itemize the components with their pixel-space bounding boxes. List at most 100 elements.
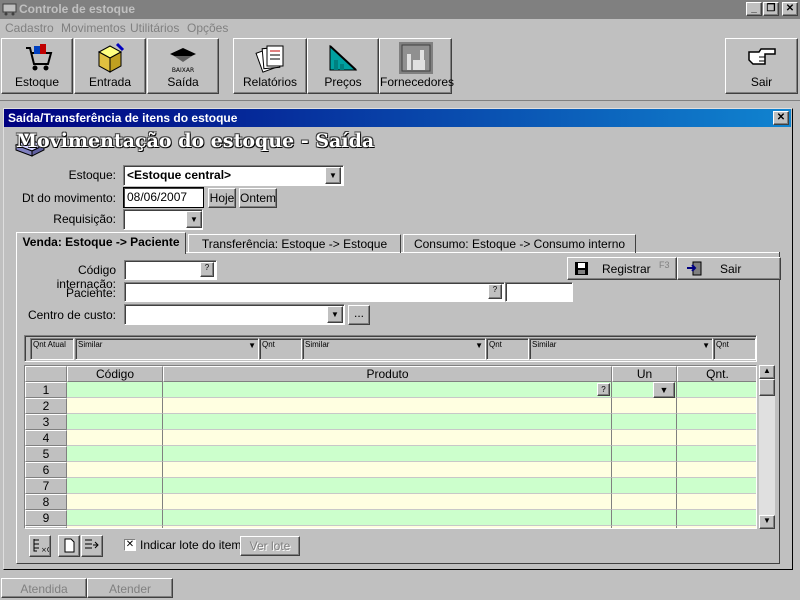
grid-cell[interactable] bbox=[612, 398, 677, 414]
centro-custo-select[interactable] bbox=[124, 304, 345, 325]
grid-cell[interactable] bbox=[163, 478, 612, 494]
grid-cell[interactable] bbox=[612, 430, 677, 446]
grid-cell[interactable] bbox=[612, 478, 677, 494]
toolbar-sair-button[interactable]: Sair bbox=[725, 38, 798, 94]
table-row[interactable]: 2 bbox=[25, 398, 756, 414]
grid-cell[interactable] bbox=[67, 446, 163, 462]
tab-consumo[interactable]: Consumo: Estoque -> Consumo interno bbox=[403, 234, 636, 253]
estoque-dropdown-button[interactable]: ▼ bbox=[325, 167, 341, 184]
grid-cell[interactable] bbox=[67, 462, 163, 478]
grid-cell[interactable] bbox=[67, 382, 163, 398]
toolbar-estoque-button[interactable]: Estoque bbox=[1, 38, 73, 94]
insert-item-button[interactable] bbox=[81, 535, 103, 557]
scroll-down-button[interactable]: ▼ bbox=[759, 515, 775, 529]
grid-cell[interactable] bbox=[163, 462, 612, 478]
toolbar-relatorios-button[interactable]: Relatórios bbox=[233, 38, 307, 94]
grid-cell[interactable] bbox=[677, 382, 756, 398]
restore-button[interactable]: ❐ bbox=[763, 2, 779, 16]
atendida-button[interactable]: Atendida bbox=[1, 578, 87, 598]
table-row[interactable]: 5 bbox=[25, 446, 756, 462]
grid-cell[interactable] bbox=[612, 526, 677, 528]
paciente-input[interactable] bbox=[124, 282, 505, 302]
minimize-button[interactable]: _ bbox=[746, 2, 762, 16]
scroll-thumb[interactable] bbox=[759, 379, 775, 396]
column-qnt-header[interactable]: Qnt. bbox=[677, 366, 756, 382]
grid-cell[interactable] bbox=[677, 526, 756, 528]
grid-cell[interactable] bbox=[163, 446, 612, 462]
column-codigo-header[interactable]: Código bbox=[67, 366, 163, 382]
estoque-select[interactable]: <Estoque central> bbox=[123, 165, 344, 186]
grid-cell[interactable] bbox=[163, 510, 612, 526]
grid-cell[interactable] bbox=[163, 430, 612, 446]
data-movimento-input[interactable]: 08/06/2007 bbox=[123, 187, 204, 208]
grid-cell[interactable] bbox=[612, 462, 677, 478]
table-row[interactable]: 3 bbox=[25, 414, 756, 430]
table-row[interactable]: 1? ▼ bbox=[25, 382, 756, 398]
grid-cell[interactable] bbox=[677, 430, 756, 446]
scroll-up-button[interactable]: ▲ bbox=[759, 365, 775, 379]
table-row[interactable]: 8 bbox=[25, 494, 756, 510]
similar-select-1[interactable]: Similar ▼ bbox=[75, 338, 259, 360]
column-un-header[interactable]: Un bbox=[612, 366, 677, 382]
grid-cell[interactable] bbox=[612, 414, 677, 430]
grid-cell[interactable] bbox=[677, 398, 756, 414]
grid-cell[interactable] bbox=[67, 526, 163, 528]
grid-cell[interactable] bbox=[163, 526, 612, 528]
app-close-button[interactable]: ✕ bbox=[782, 2, 798, 16]
produto-lookup-button[interactable]: ? bbox=[597, 383, 610, 396]
grid-cell[interactable] bbox=[677, 462, 756, 478]
paciente-lookup-button[interactable]: ? bbox=[488, 284, 502, 299]
toolbar-entrada-button[interactable]: Entrada bbox=[74, 38, 146, 94]
similar-select-2[interactable]: Similar ▼ bbox=[302, 338, 486, 360]
grid-cell[interactable] bbox=[67, 414, 163, 430]
table-row[interactable]: 9 bbox=[25, 510, 756, 526]
registrar-button[interactable]: Registrar F3 bbox=[567, 257, 677, 280]
grid-cell[interactable] bbox=[677, 414, 756, 430]
paciente-extra-field[interactable] bbox=[505, 282, 573, 302]
toolbar-precos-button[interactable]: Preços bbox=[307, 38, 379, 94]
menu-movimentos[interactable]: Movimentos bbox=[61, 21, 126, 35]
delete-item-button[interactable]: ×C bbox=[29, 535, 52, 557]
table-row[interactable]: 6 bbox=[25, 462, 756, 478]
ontem-button[interactable]: Ontem bbox=[239, 188, 277, 208]
similar-select-3[interactable]: Similar ▼ bbox=[529, 338, 713, 360]
menu-cadastro[interactable]: Cadastro bbox=[5, 21, 54, 35]
hoje-button[interactable]: Hoje bbox=[208, 188, 236, 208]
codigo-lookup-button[interactable]: ? bbox=[200, 262, 214, 277]
grid-cell[interactable] bbox=[67, 494, 163, 510]
atender-button[interactable]: Atender bbox=[87, 578, 173, 598]
grid-cell[interactable] bbox=[677, 494, 756, 510]
tab-venda[interactable]: Venda: Estoque -> Paciente bbox=[16, 232, 186, 254]
un-dropdown-button[interactable]: ▼ bbox=[653, 382, 675, 398]
grid-cell[interactable] bbox=[67, 510, 163, 526]
tab-transferencia[interactable]: Transferência: Estoque -> Estoque bbox=[188, 234, 401, 253]
table-row[interactable]: 4 bbox=[25, 430, 756, 446]
grid-cell[interactable] bbox=[677, 478, 756, 494]
dialog-sair-button[interactable]: Sair bbox=[677, 257, 781, 280]
grid-cell[interactable] bbox=[163, 414, 612, 430]
grid-cell[interactable] bbox=[612, 446, 677, 462]
ver-lote-button[interactable]: Ver lote bbox=[240, 536, 300, 556]
dialog-close-button[interactable]: ✕ bbox=[773, 111, 789, 125]
grid-cell[interactable] bbox=[67, 398, 163, 414]
grid-cell[interactable] bbox=[67, 430, 163, 446]
grid-cell[interactable] bbox=[677, 510, 756, 526]
table-row[interactable]: 7 bbox=[25, 478, 756, 494]
toolbar-saida-button[interactable]: BAIXAR Saída bbox=[147, 38, 219, 94]
grid-cell[interactable] bbox=[67, 478, 163, 494]
table-row[interactable]: 10 bbox=[25, 526, 756, 528]
menu-opcoes[interactable]: Opções bbox=[187, 21, 228, 35]
centro-custo-more-button[interactable]: ... bbox=[348, 305, 370, 325]
grid-cell[interactable] bbox=[163, 398, 612, 414]
items-grid[interactable]: Código Produto Un Qnt. 1? ▼ 2345678910 bbox=[24, 365, 757, 529]
grid-cell[interactable] bbox=[163, 382, 612, 398]
column-produto-header[interactable]: Produto bbox=[163, 366, 612, 382]
menu-utilitarios[interactable]: Utilitários bbox=[130, 21, 179, 35]
grid-cell[interactable] bbox=[612, 510, 677, 526]
grid-cell[interactable] bbox=[677, 446, 756, 462]
centro-custo-dropdown-button[interactable]: ▼ bbox=[327, 306, 343, 323]
grid-cell[interactable] bbox=[612, 494, 677, 510]
grid-cell[interactable] bbox=[163, 494, 612, 510]
requisicao-dropdown-button[interactable]: ▼ bbox=[186, 211, 202, 228]
new-document-button[interactable] bbox=[58, 535, 80, 557]
